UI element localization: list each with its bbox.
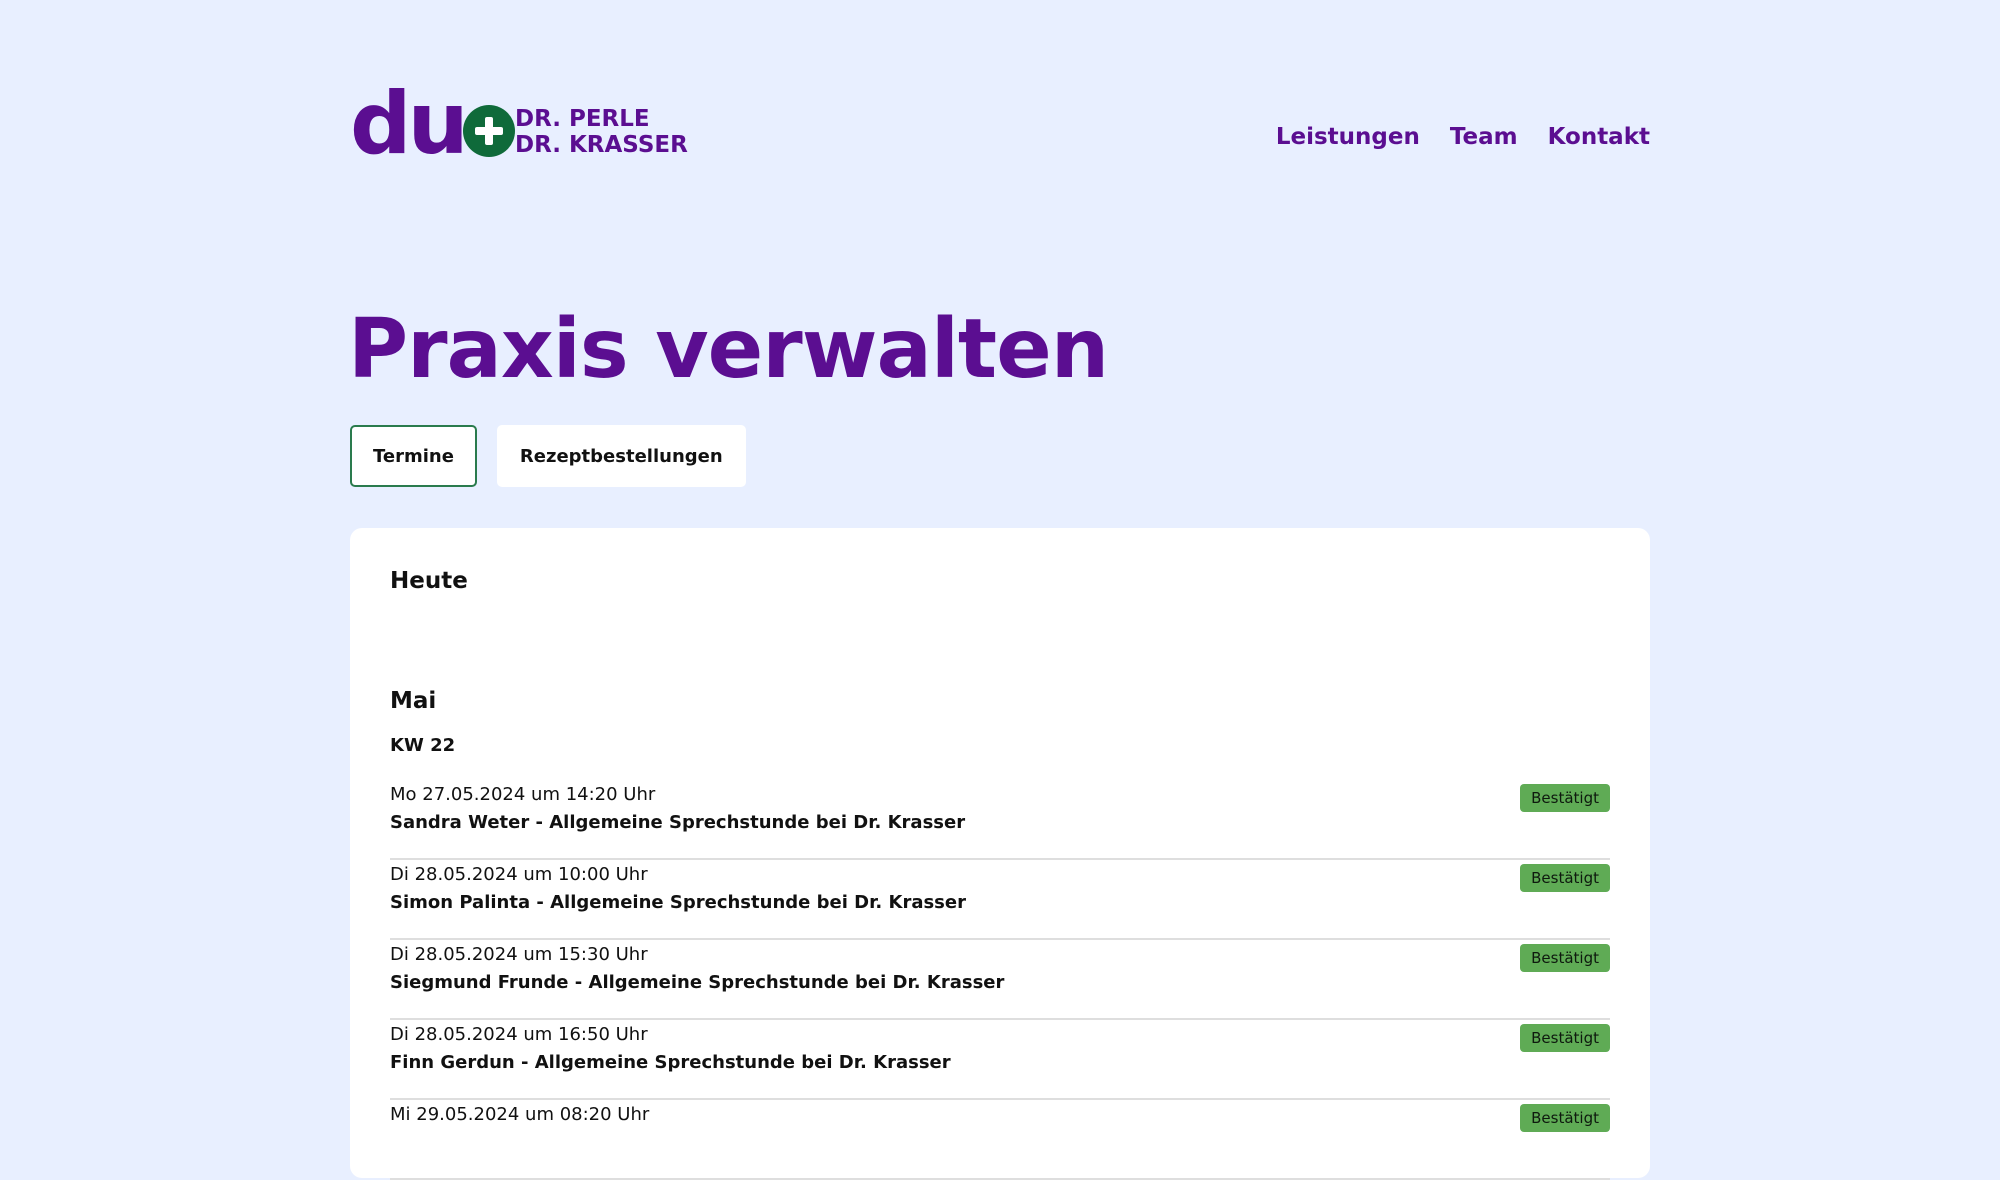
logo-doctor-names: DR. PERLE DR. KRASSER [515,106,688,158]
tab-rezeptbestellungen[interactable]: Rezeptbestellungen [496,425,746,487]
nav-link-team[interactable]: Team [1450,124,1518,150]
page-title: Praxis verwalten [348,302,1109,397]
status-badge: Bestätigt [1520,784,1610,812]
practice-logo[interactable]: du DR. PERLE DR. KRASSER [350,74,688,174]
status-badge: Bestätigt [1520,1104,1610,1132]
site-header: du DR. PERLE DR. KRASSER Leistungen Team… [350,74,1650,174]
logo-wordmark: du [350,74,469,174]
appointment-list: Mo 27.05.2024 um 14:20 Uhr Sandra Weter … [390,780,1610,1180]
appointment-row[interactable]: Mo 27.05.2024 um 14:20 Uhr Sandra Weter … [390,780,1610,860]
week-heading: KW 22 [390,735,456,756]
logo-name-krasser: DR. KRASSER [515,132,688,158]
appointment-row[interactable]: Mi 29.05.2024 um 08:20 Uhr Bestätigt [390,1100,1610,1180]
appointment-row[interactable]: Di 28.05.2024 um 16:50 Uhr Finn Gerdun -… [390,1020,1610,1100]
appointment-patient: Sandra Weter - Allgemeine Sprechstunde b… [390,812,966,833]
appointment-row[interactable]: Di 28.05.2024 um 15:30 Uhr Siegmund Frun… [390,940,1610,1020]
appointment-patient: Finn Gerdun - Allgemeine Sprechstunde be… [390,1052,951,1073]
nav-link-leistungen[interactable]: Leistungen [1276,124,1420,150]
appointment-patient: Siegmund Frunde - Allgemeine Sprechstund… [390,972,1005,993]
tab-bar: Termine Rezeptbestellungen [350,425,746,487]
nav-link-kontakt[interactable]: Kontakt [1548,124,1650,150]
appointment-row[interactable]: Di 28.05.2024 um 10:00 Uhr Simon Palinta… [390,860,1610,940]
appointment-datetime: Mi 29.05.2024 um 08:20 Uhr [390,1104,650,1125]
today-heading: Heute [390,568,468,594]
appointment-datetime: Di 28.05.2024 um 16:50 Uhr [390,1024,648,1045]
status-badge: Bestätigt [1520,864,1610,892]
appointments-panel: Heute Mai KW 22 Mo 27.05.2024 um 14:20 U… [350,528,1650,1180]
appointment-datetime: Di 28.05.2024 um 15:30 Uhr [390,944,648,965]
appointment-patient: Simon Palinta - Allgemeine Sprechstunde … [390,892,966,913]
status-badge: Bestätigt [1520,944,1610,972]
appointment-datetime: Di 28.05.2024 um 10:00 Uhr [390,864,648,885]
logo-name-perle: DR. PERLE [515,106,650,132]
medical-cross-icon [463,105,515,157]
appointment-datetime: Mo 27.05.2024 um 14:20 Uhr [390,784,656,805]
main-nav: Leistungen Team Kontakt [1276,124,1650,150]
tab-termine[interactable]: Termine [350,425,477,487]
month-heading: Mai [390,688,437,714]
status-badge: Bestätigt [1520,1024,1610,1052]
